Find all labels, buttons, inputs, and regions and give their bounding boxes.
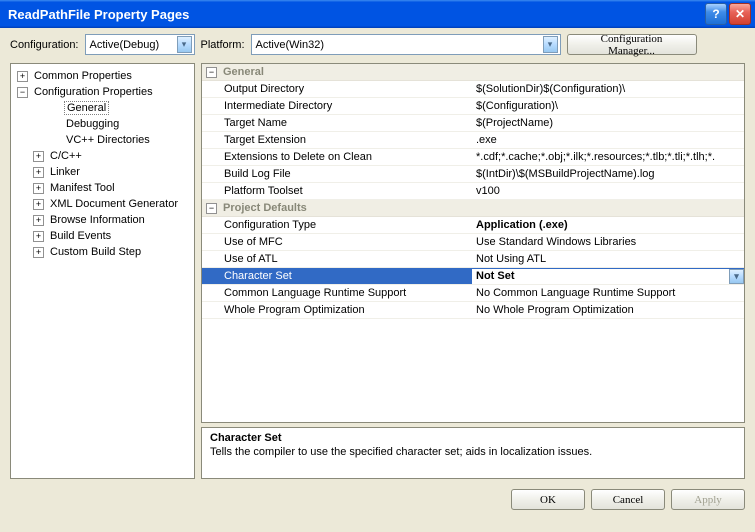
navigation-tree[interactable]: +Common Properties −Configuration Proper… bbox=[10, 63, 195, 479]
tree-configuration-properties[interactable]: −Configuration Properties bbox=[13, 84, 192, 100]
description-panel: Character Set Tells the compiler to use … bbox=[201, 427, 745, 479]
prop-use-of-mfc[interactable]: Use of MFCUse Standard Windows Libraries bbox=[202, 234, 744, 251]
tree-manifest-tool[interactable]: +Manifest Tool bbox=[13, 180, 192, 196]
section-project-defaults[interactable]: −Project Defaults bbox=[202, 200, 744, 217]
prop-use-of-atl[interactable]: Use of ATLNot Using ATL bbox=[202, 251, 744, 268]
tree-debugging[interactable]: Debugging bbox=[13, 116, 192, 132]
apply-button[interactable]: Apply bbox=[671, 489, 745, 510]
platform-combo[interactable]: Active(Win32) bbox=[251, 34, 561, 55]
section-general[interactable]: −General bbox=[202, 64, 744, 81]
prop-target-name[interactable]: Target Name$(ProjectName) bbox=[202, 115, 744, 132]
tree-ccpp[interactable]: +C/C++ bbox=[13, 148, 192, 164]
chevron-down-icon[interactable] bbox=[543, 36, 558, 53]
prop-configuration-type[interactable]: Configuration TypeApplication (.exe) bbox=[202, 217, 744, 234]
description-text: Tells the compiler to use the specified … bbox=[210, 446, 736, 458]
configuration-combo[interactable]: Active(Debug) bbox=[85, 34, 195, 55]
prop-extensions-delete[interactable]: Extensions to Delete on Clean*.cdf;*.cac… bbox=[202, 149, 744, 166]
config-toolbar: Configuration: Active(Debug) Platform: A… bbox=[10, 34, 745, 55]
help-button[interactable]: ? bbox=[705, 3, 727, 25]
prop-clr-support[interactable]: Common Language Runtime SupportNo Common… bbox=[202, 285, 744, 302]
cancel-button[interactable]: Cancel bbox=[591, 489, 665, 510]
description-title: Character Set bbox=[210, 432, 736, 444]
titlebar[interactable]: ReadPathFile Property Pages ? ✕ bbox=[0, 0, 755, 28]
tree-linker[interactable]: +Linker bbox=[13, 164, 192, 180]
window-title: ReadPathFile Property Pages bbox=[8, 7, 189, 22]
property-grid[interactable]: −General Output Directory$(SolutionDir)$… bbox=[201, 63, 745, 423]
tree-vcpp-directories[interactable]: VC++ Directories bbox=[13, 132, 192, 148]
prop-platform-toolset[interactable]: Platform Toolsetv100 bbox=[202, 183, 744, 200]
prop-output-directory[interactable]: Output Directory$(SolutionDir)$(Configur… bbox=[202, 81, 744, 98]
close-button[interactable]: ✕ bbox=[729, 3, 751, 25]
config-manager-button[interactable]: Configuration Manager... bbox=[567, 34, 697, 55]
tree-build-events[interactable]: +Build Events bbox=[13, 228, 192, 244]
tree-custom-build-step[interactable]: +Custom Build Step bbox=[13, 244, 192, 260]
prop-whole-program-opt[interactable]: Whole Program OptimizationNo Whole Progr… bbox=[202, 302, 744, 319]
prop-build-log-file[interactable]: Build Log File$(IntDir)\$(MSBuildProject… bbox=[202, 166, 744, 183]
chevron-down-icon[interactable] bbox=[177, 36, 192, 53]
prop-intermediate-directory[interactable]: Intermediate Directory$(Configuration)\ bbox=[202, 98, 744, 115]
prop-character-set[interactable]: Character Set Not Set bbox=[202, 268, 744, 285]
ok-button[interactable]: OK bbox=[511, 489, 585, 510]
tree-general[interactable]: General bbox=[13, 100, 192, 116]
dialog-buttons: OK Cancel Apply bbox=[10, 489, 745, 510]
configuration-label: Configuration: bbox=[10, 39, 79, 51]
prop-target-extension[interactable]: Target Extension.exe bbox=[202, 132, 744, 149]
platform-label: Platform: bbox=[201, 39, 245, 51]
tree-browse-info[interactable]: +Browse Information bbox=[13, 212, 192, 228]
tree-xml-doc-gen[interactable]: +XML Document Generator bbox=[13, 196, 192, 212]
chevron-down-icon[interactable] bbox=[729, 269, 744, 284]
tree-common-properties[interactable]: +Common Properties bbox=[13, 68, 192, 84]
